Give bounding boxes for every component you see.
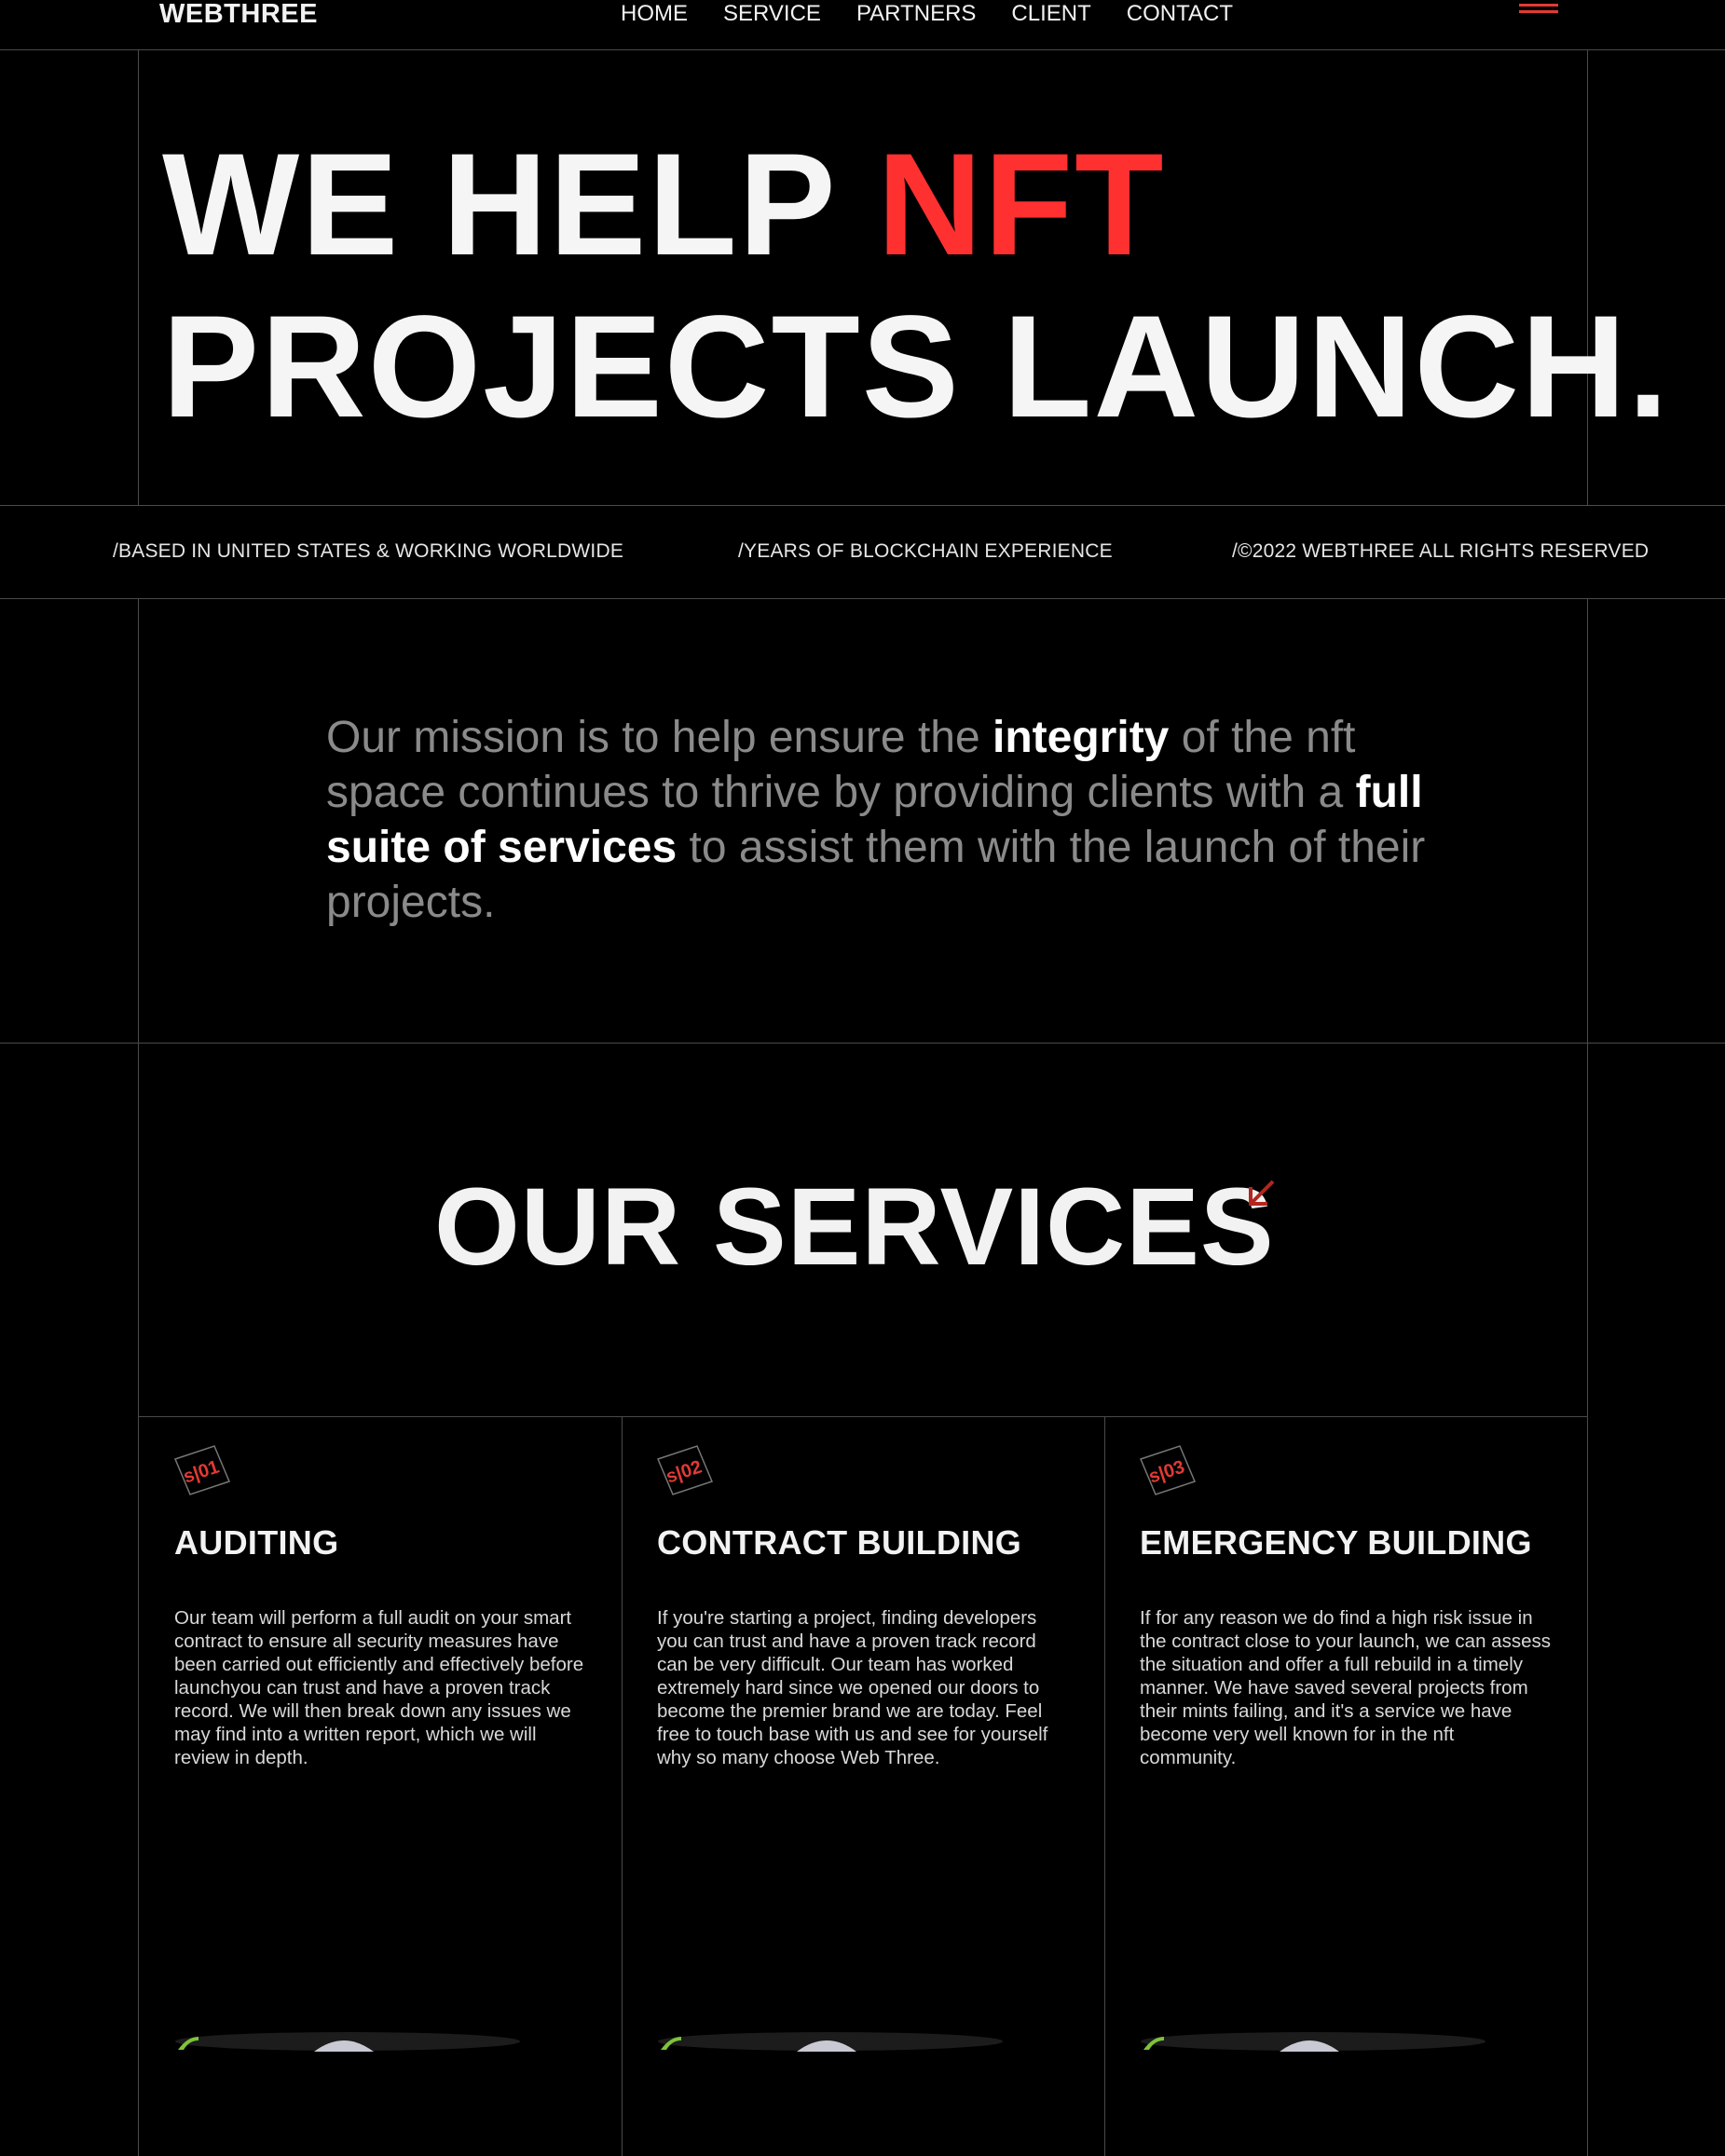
logo[interactable]: WEBTHREE	[159, 0, 318, 28]
badge-label: s|03	[1146, 1457, 1187, 1488]
card-divider	[622, 1417, 623, 2156]
badge-label: s|01	[181, 1457, 222, 1488]
service-description: Our team will perform a full audit on yo…	[174, 1607, 584, 1768]
mission-text: Our mission is to help ensure the	[326, 713, 993, 762]
info-location: /BASED IN UNITED STATES & WORKING WORLDW…	[113, 540, 624, 562]
service-title: AUDITING	[174, 1523, 339, 1562]
grid-line-left	[138, 50, 139, 505]
mission-divider	[0, 1043, 1725, 1044]
service-description: If you're starting a project, finding de…	[657, 1607, 1048, 1768]
nav-partners[interactable]: PARTNERS	[856, 0, 976, 28]
grid-line-right	[1587, 599, 1588, 2156]
info-copyright: /©2022 WEBTHREE ALL RIGHTS RESERVED	[1232, 540, 1650, 562]
nav-contact[interactable]: CONTACT	[1127, 0, 1233, 28]
hamburger-icon[interactable]	[1519, 4, 1558, 17]
service-image	[658, 2032, 1003, 2052]
service-badge: s|03	[1139, 1445, 1197, 1495]
info-experience: /YEARS OF BLOCKCHAIN EXPERIENCE	[738, 540, 1113, 562]
arrow-down-left-icon	[1249, 1180, 1275, 1206]
mission-statement: Our mission is to help ensure the integr…	[326, 710, 1435, 930]
hero-heading-line-1: WE HELP NFT	[162, 132, 1165, 278]
service-title: EMERGENCY BUILDING	[1140, 1523, 1532, 1562]
service-image	[1141, 2032, 1485, 2052]
info-bottom-divider	[0, 598, 1725, 599]
nav-service[interactable]: SERVICE	[723, 0, 821, 28]
hero-text: WE HELP	[162, 124, 878, 286]
info-top-divider	[0, 505, 1725, 506]
grid-line-left	[138, 599, 139, 2156]
services-title: OUR SERVICES	[434, 1166, 1275, 1289]
card-divider	[1104, 1417, 1105, 2156]
hero-highlight: NFT	[877, 124, 1166, 286]
service-badge: s|02	[656, 1445, 714, 1495]
mission-emphasis: integrity	[993, 713, 1170, 762]
service-badge: s|01	[173, 1445, 231, 1495]
service-title: CONTRACT BUILDING	[657, 1523, 1022, 1562]
hero-heading-line-2: PROJECTS LAUNCH.	[162, 286, 1671, 448]
nav-client[interactable]: CLIENT	[1011, 0, 1090, 28]
badge-label: s|02	[664, 1457, 705, 1488]
nav-divider	[0, 49, 1725, 50]
main-nav: HOME SERVICE PARTNERS CLIENT CONTACT	[621, 0, 1233, 28]
service-description: If for any reason we do find a high risk…	[1140, 1607, 1551, 1768]
services-divider	[138, 1416, 1588, 1417]
nav-home[interactable]: HOME	[621, 0, 688, 28]
service-image	[175, 2032, 520, 2052]
